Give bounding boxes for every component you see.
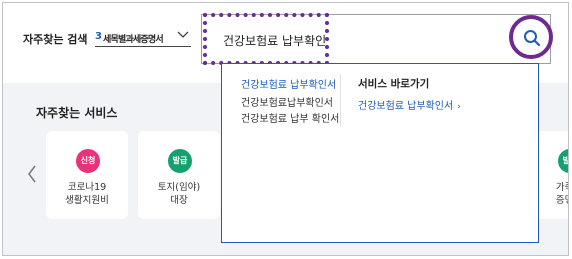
frequent-search-select[interactable]: 3 세목별과세증명서	[95, 25, 191, 47]
select-rank-number: 3	[95, 31, 102, 42]
apply-badge: 신청	[76, 149, 100, 173]
frequent-services-title: 자주찾는 서비스	[36, 106, 118, 120]
quick-link-label: 건강보험료 납부확인서	[358, 101, 454, 112]
suggestion-item[interactable]: 건강보험료 납부확인서	[241, 76, 336, 91]
quick-links-title: 서비스 바로가기	[358, 78, 430, 90]
chevron-right-icon: ›	[457, 102, 461, 112]
dropdown-divider	[340, 74, 341, 126]
service-card-land[interactable]: 발급 토지(임야) 대장	[138, 131, 220, 219]
search-icon	[524, 30, 541, 47]
select-current-value: 세목별과세증명서	[103, 35, 164, 45]
search-button[interactable]	[509, 15, 553, 59]
chevron-left-icon[interactable]	[27, 165, 37, 183]
browser-viewport: 자주찾는 검색 3 세목별과세증명서 건강보험료 납부확인 자주찾는 서비스 신…	[2, 2, 569, 256]
chevron-down-icon	[177, 31, 189, 38]
suggestion-item[interactable]: 건강보험료납부확인서	[241, 94, 333, 109]
search-input-highlight	[203, 13, 329, 65]
frequent-search-label: 자주찾는 검색	[23, 33, 88, 46]
service-card-name: 코로나19 생활지원비	[65, 182, 109, 206]
issue-badge: 발급	[168, 149, 192, 173]
service-card-covid[interactable]: 신청 코로나19 생활지원비	[46, 131, 128, 219]
issue-badge: 발급	[558, 149, 568, 173]
suggestion-item[interactable]: 건강보험료 납부 확인서	[241, 110, 339, 125]
quick-link-health-insurance[interactable]: 건강보험료 납부확인서 ›	[358, 97, 461, 112]
autocomplete-dropdown: 건강보험료 납부확인서 건강보험료납부확인서 건강보험료 납부 확인서 서비스 …	[221, 63, 539, 243]
service-card-name: 토지(임야) 대장	[157, 182, 201, 206]
